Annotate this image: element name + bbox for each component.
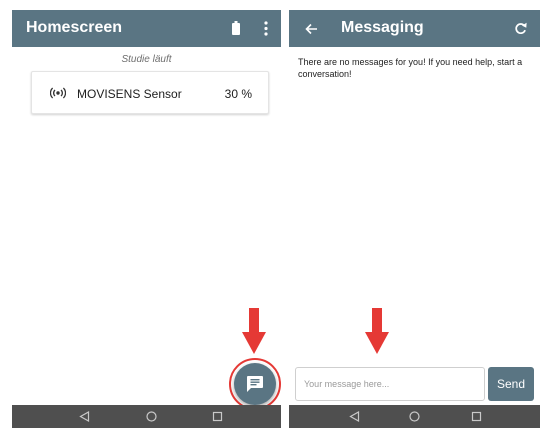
overflow-menu-icon[interactable] [263, 21, 269, 36]
homescreen-screen: Homescreen Studie läuft MOVISENS Sensor … [12, 10, 281, 428]
messaging-title: Messaging [341, 19, 424, 36]
system-navigation-bar [289, 405, 540, 428]
messaging-app-bar: Messaging [289, 10, 540, 47]
study-status: Studie läuft [121, 54, 172, 65]
refresh-icon[interactable] [514, 22, 527, 35]
recents-square-icon[interactable] [471, 411, 482, 422]
home-circle-icon[interactable] [409, 411, 420, 422]
message-input[interactable] [295, 367, 485, 401]
homescreen-app-bar: Homescreen [12, 10, 281, 47]
messaging-screen: Messaging There are no messages for you!… [289, 10, 540, 428]
sensor-battery-percent: 30 % [224, 87, 252, 101]
sensor-card[interactable]: MOVISENS Sensor 30 % [31, 71, 269, 114]
recents-square-icon[interactable] [212, 411, 223, 422]
annotation-arrow-down-icon [365, 308, 389, 354]
back-triangle-icon[interactable] [79, 411, 90, 422]
send-button[interactable]: Send [488, 367, 534, 401]
chat-message-icon [247, 376, 263, 392]
home-circle-icon[interactable] [146, 411, 157, 422]
back-arrow-icon[interactable] [305, 23, 318, 35]
sensor-name: MOVISENS Sensor [77, 87, 182, 101]
annotation-arrow-down-icon [242, 308, 266, 354]
battery-icon [232, 21, 240, 35]
open-messaging-button[interactable] [234, 363, 276, 405]
system-navigation-bar [12, 405, 281, 428]
broadcast-icon [50, 87, 66, 99]
homescreen-title: Homescreen [26, 19, 123, 36]
empty-messages-text: There are no messages for you! If you ne… [298, 57, 523, 79]
back-triangle-icon[interactable] [349, 411, 360, 422]
